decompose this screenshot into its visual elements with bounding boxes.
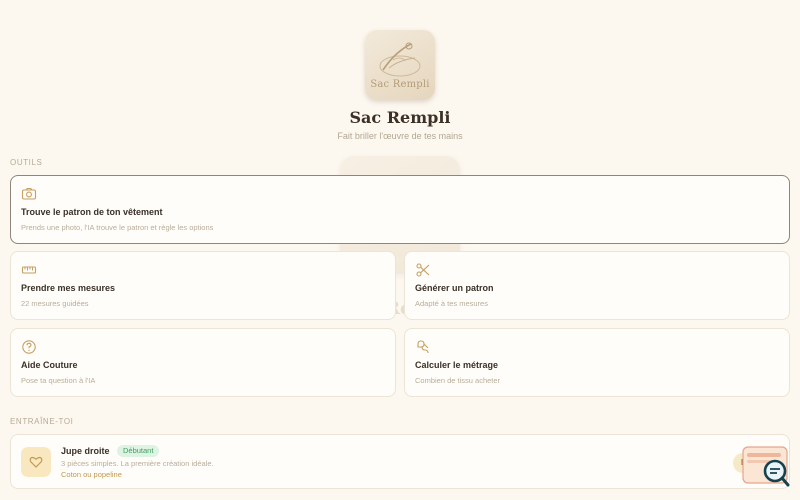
tool-description: 22 mesures guidées	[21, 299, 89, 308]
scissors-icon	[416, 263, 430, 277]
course-card-straight-skirt[interactable]: Jupe droite Débutant 3 pièces simples. L…	[10, 434, 790, 489]
tool-title: Prendre mes mesures	[21, 283, 116, 293]
heart-icon	[29, 456, 43, 468]
tool-title: Trouve le patron de ton vêtement	[21, 207, 163, 217]
app-tagline: Fait briller l'œuvre de tes mains	[337, 131, 463, 141]
chat-search-icon	[742, 446, 790, 487]
section-label-training: ENTRAÎNE-TOI	[10, 417, 74, 426]
tool-card-find-pattern[interactable]: Trouve le patron de ton vêtement Prends …	[10, 175, 790, 244]
section-label-tools: OUTILS	[10, 158, 43, 167]
tool-title: Aide Couture	[21, 360, 78, 370]
tool-card-generate-pattern[interactable]: Générer un patron Adapté à tes mesures	[404, 251, 790, 320]
chat-help-widget[interactable]	[742, 446, 790, 488]
logo-wordmark: Sac Rempli	[370, 79, 430, 90]
tool-description: Combien de tissu acheter	[415, 376, 501, 385]
level-badge: Débutant	[117, 445, 160, 457]
tool-card-measurements[interactable]: Prendre mes mesures 22 mesures guidées	[10, 251, 396, 320]
tool-title: Générer un patron	[415, 283, 494, 293]
tool-card-sewing-help[interactable]: Aide Couture Pose ta question à l'IA	[10, 328, 396, 397]
tool-title: Calculer le métrage	[415, 360, 499, 370]
app-logo: Sac Rempli	[365, 30, 435, 100]
course-description: 3 pièces simples. La première création i…	[61, 459, 214, 468]
fabric-roll-icon	[417, 340, 429, 354]
app-title: Sac Rempli	[349, 108, 451, 127]
ruler-icon	[21, 266, 37, 274]
course-icon-badge	[21, 447, 51, 477]
course-title: Jupe droite	[61, 446, 110, 456]
tool-description: Prends une photo, l'IA trouve le patron …	[21, 223, 214, 232]
tool-card-fabric-yardage[interactable]: Calculer le métrage Combien de tissu ach…	[404, 328, 790, 397]
camera-icon	[21, 187, 37, 200]
tool-description: Pose ta question à l'IA	[21, 376, 96, 385]
help-circle-icon	[22, 340, 36, 354]
course-fabric: Coton ou popeline	[61, 470, 122, 479]
tool-description: Adapté à tes mesures	[415, 299, 488, 308]
